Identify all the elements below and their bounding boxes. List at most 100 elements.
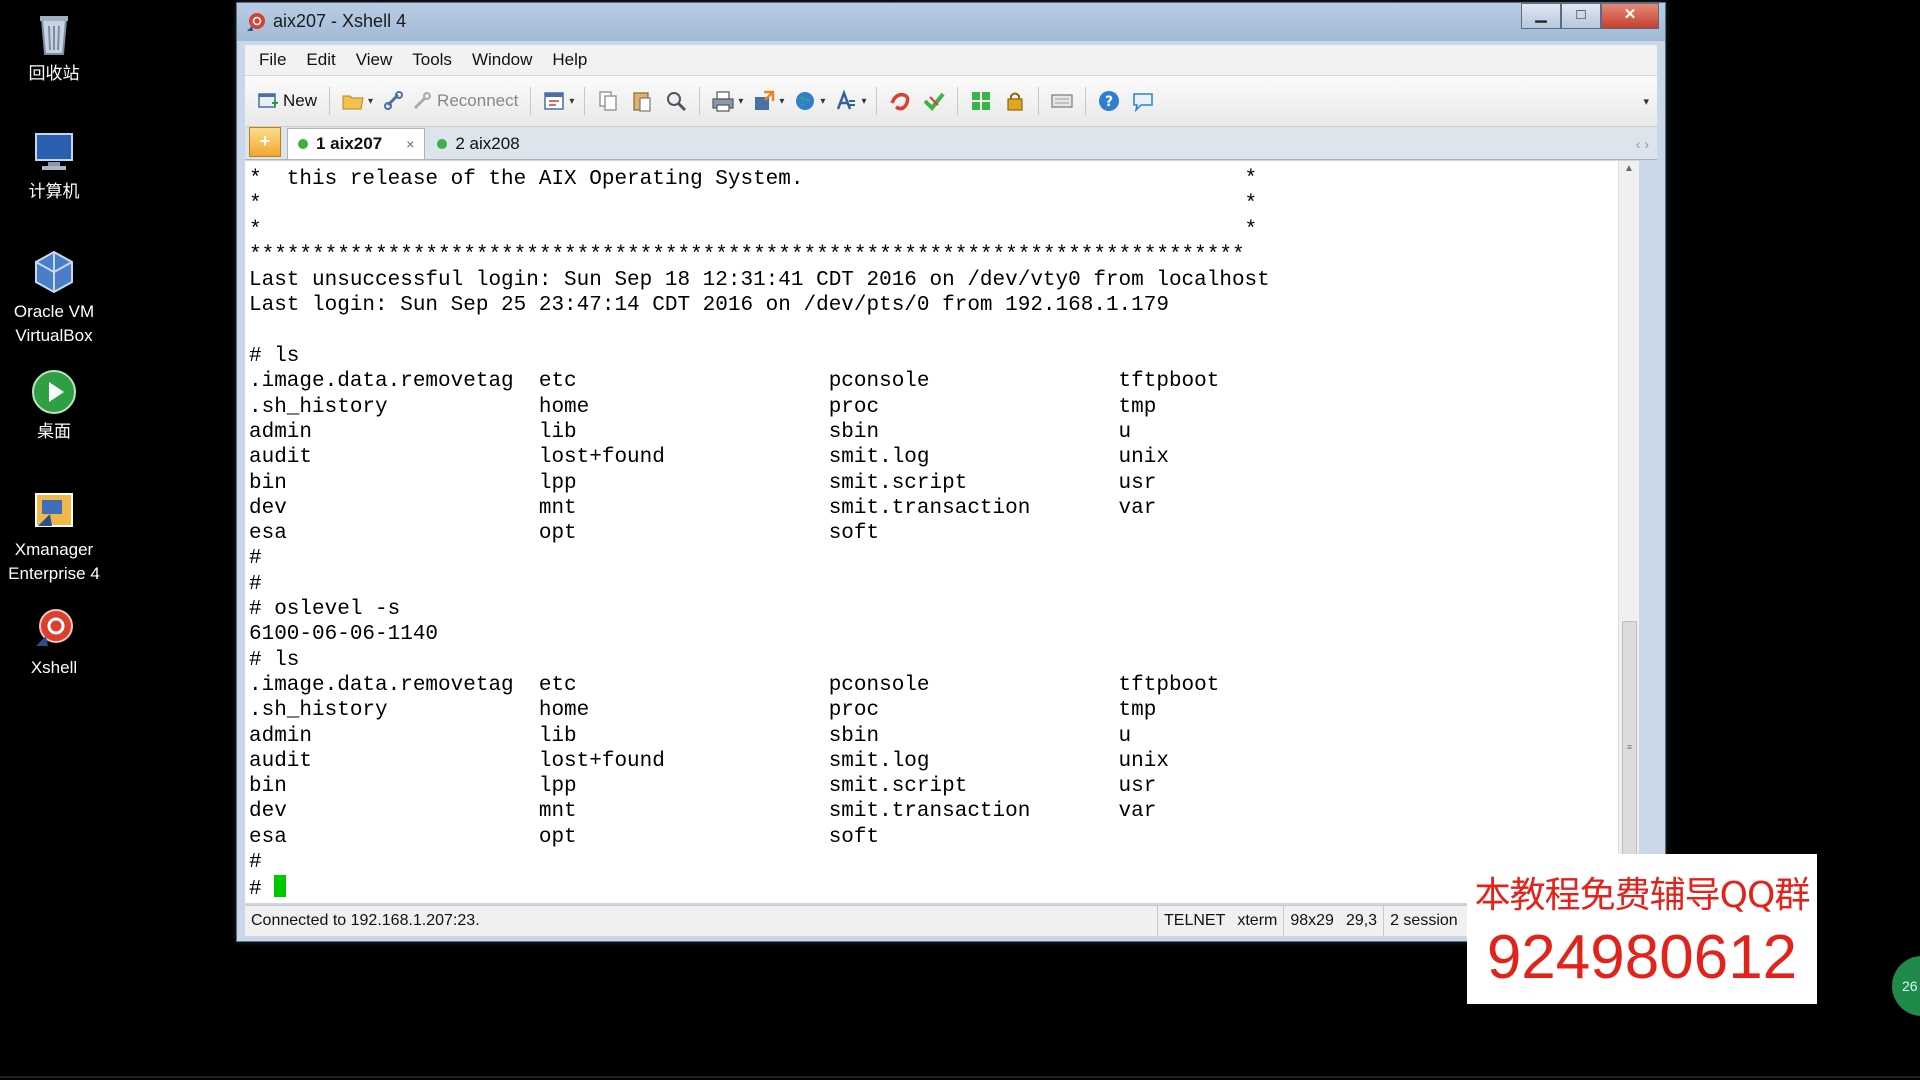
desktop-icon-label: Xmanager Enterprise 4: [8, 540, 100, 583]
maximize-button[interactable]: □: [1561, 3, 1601, 29]
chevron-down-icon[interactable]: ▾: [738, 96, 743, 107]
scroll-up-icon[interactable]: ▲: [1619, 163, 1639, 174]
menu-file[interactable]: File: [245, 45, 296, 75]
toolbar: New ▾ Reconnect ▾ ▾ ▾ ▾ ▾ ? ▾: [245, 76, 1657, 127]
status-dot-icon: [437, 139, 448, 149]
chevron-down-icon[interactable]: ▾: [368, 96, 373, 107]
desktop-icon-computer[interactable]: 计算机: [0, 128, 108, 204]
tab-aix208[interactable]: 2 aix208: [427, 129, 529, 159]
find-icon[interactable]: [664, 89, 688, 113]
term-type-status: xterm: [1237, 912, 1278, 929]
font-icon[interactable]: [834, 89, 858, 113]
status-dot-icon: [298, 139, 308, 149]
toolbar-overflow-icon[interactable]: ▾: [1643, 95, 1649, 108]
terminal-output: * this release of the AIX Operating Syst…: [249, 167, 1270, 901]
terminal-line: audit lost+found smit.log unix: [249, 749, 1169, 773]
globe-icon[interactable]: [793, 89, 817, 113]
keyboard-icon[interactable]: [1050, 89, 1074, 113]
desktop-icon-xshell[interactable]: Xshell: [0, 604, 108, 680]
toolbar-separator: [1085, 87, 1087, 115]
desktop-icon-xmanager[interactable]: Xmanager Enterprise 4: [0, 486, 108, 586]
terminal-line: esa opt soft: [249, 522, 880, 546]
chevron-down-icon[interactable]: ▾: [569, 96, 574, 107]
title-bar[interactable]: aix207 - Xshell 4 ▁ □ ✕: [237, 3, 1665, 41]
desktop-icon-label: Xshell: [30, 658, 78, 677]
desktop-icon-oracle-vm[interactable]: Oracle VM VirtualBox: [0, 248, 108, 348]
menu-bar: File Edit View Tools Window Help: [245, 45, 1657, 76]
tile-icon[interactable]: [969, 89, 993, 113]
terminal-line: Last unsuccessful login: Sun Sep 18 12:3…: [249, 269, 1270, 293]
new-label: New: [283, 91, 318, 110]
terminal-cursor: [274, 875, 287, 898]
paste-icon[interactable]: [630, 89, 654, 113]
xshell-red-icon[interactable]: [888, 89, 912, 113]
add-tab-button[interactable]: +: [249, 127, 281, 157]
toolbar-separator: [329, 87, 331, 115]
reconnect-button[interactable]: Reconnect: [411, 86, 518, 116]
terminal-area[interactable]: * this release of the AIX Operating Syst…: [245, 161, 1639, 903]
session-tab-bar: + 1 aix207 × 2 aix208 ‹ ›: [245, 127, 1657, 160]
chevron-down-icon[interactable]: ▾: [861, 96, 866, 107]
desktop-icon-recycle-bin[interactable]: 回收站: [0, 10, 108, 86]
menu-tools[interactable]: Tools: [402, 45, 462, 75]
copy-icon[interactable]: [596, 89, 620, 113]
terminal-line: * *: [249, 193, 1258, 217]
terminal-line: #: [249, 547, 262, 571]
transfer-icon[interactable]: [752, 89, 776, 113]
terminal-line: admin lib sbin u: [249, 724, 1132, 748]
scrollbar-thumb[interactable]: ≡: [1622, 621, 1637, 883]
reconnect-icon: [413, 92, 432, 110]
toolbar-separator: [699, 87, 701, 115]
menu-edit[interactable]: Edit: [296, 45, 345, 75]
desktop-icon-label: Oracle VM VirtualBox: [13, 302, 95, 345]
xshell-icon: [247, 13, 265, 31]
menu-help[interactable]: Help: [542, 45, 597, 75]
chat-icon[interactable]: [1131, 89, 1155, 113]
new-session-button[interactable]: New: [257, 86, 317, 116]
properties-icon[interactable]: [542, 89, 566, 113]
virtualbox-icon: [35, 250, 73, 294]
menu-window[interactable]: Window: [462, 45, 542, 75]
xftp-icon[interactable]: [922, 89, 946, 113]
protocol-status: TELNET: [1157, 906, 1231, 936]
window-controls: ▁ □ ✕: [1521, 3, 1659, 29]
bottom-divider: [0, 1076, 1920, 1078]
promo-overlay: 本教程免费辅导QQ群 924980612: [1467, 854, 1817, 1004]
link-icon[interactable]: [382, 89, 406, 113]
chevron-down-icon[interactable]: ▾: [779, 96, 784, 107]
terminal-line: Last login: Sun Sep 25 23:47:14 CDT 2016…: [249, 294, 1169, 318]
cursor-position-status: 29,3: [1345, 912, 1378, 929]
terminal-line: ****************************************…: [249, 243, 1245, 267]
help-icon[interactable]: ?: [1097, 89, 1121, 113]
toolbar-separator: [876, 87, 878, 115]
xmanager-icon: [35, 493, 73, 527]
menu-view[interactable]: View: [346, 45, 403, 75]
svg-text:?: ?: [1105, 94, 1113, 110]
chevron-down-icon[interactable]: ▾: [820, 96, 825, 107]
tab-aix207[interactable]: 1 aix207 ×: [287, 128, 426, 159]
vertical-scrollbar[interactable]: ▲ ≡: [1618, 161, 1639, 903]
terminal-line: #: [249, 875, 1270, 901]
desktop-icon-label: 计算机: [28, 182, 80, 201]
connection-status: Connected to 192.168.1.207:23.: [251, 912, 480, 929]
recycle-bin-icon: [40, 16, 68, 55]
minimize-button[interactable]: ▁: [1521, 3, 1561, 29]
toolbar-separator: [584, 87, 586, 115]
terminal-line: dev mnt smit.transaction var: [249, 496, 1157, 520]
tab-scroll-arrows[interactable]: ‹ ›: [1636, 129, 1649, 159]
close-button[interactable]: ✕: [1601, 3, 1659, 29]
terminal-line: * this release of the AIX Operating Syst…: [249, 168, 1258, 191]
lock-icon[interactable]: [1003, 89, 1027, 113]
terminal-line: admin lib sbin u: [249, 420, 1132, 444]
terminal-line: esa opt soft: [249, 825, 880, 849]
terminal-line: # ls: [249, 345, 300, 369]
edge-badge[interactable]: 26: [1892, 956, 1920, 1016]
session-count-status: 2 session: [1383, 906, 1464, 936]
desktop-icon-desktop[interactable]: 桌面: [0, 368, 108, 444]
open-folder-icon[interactable]: [341, 89, 365, 113]
print-icon[interactable]: [711, 89, 735, 113]
terminal-line: 6100-06-06-1140: [249, 623, 439, 647]
computer-icon: [35, 133, 73, 170]
close-tab-icon[interactable]: ×: [406, 136, 414, 152]
